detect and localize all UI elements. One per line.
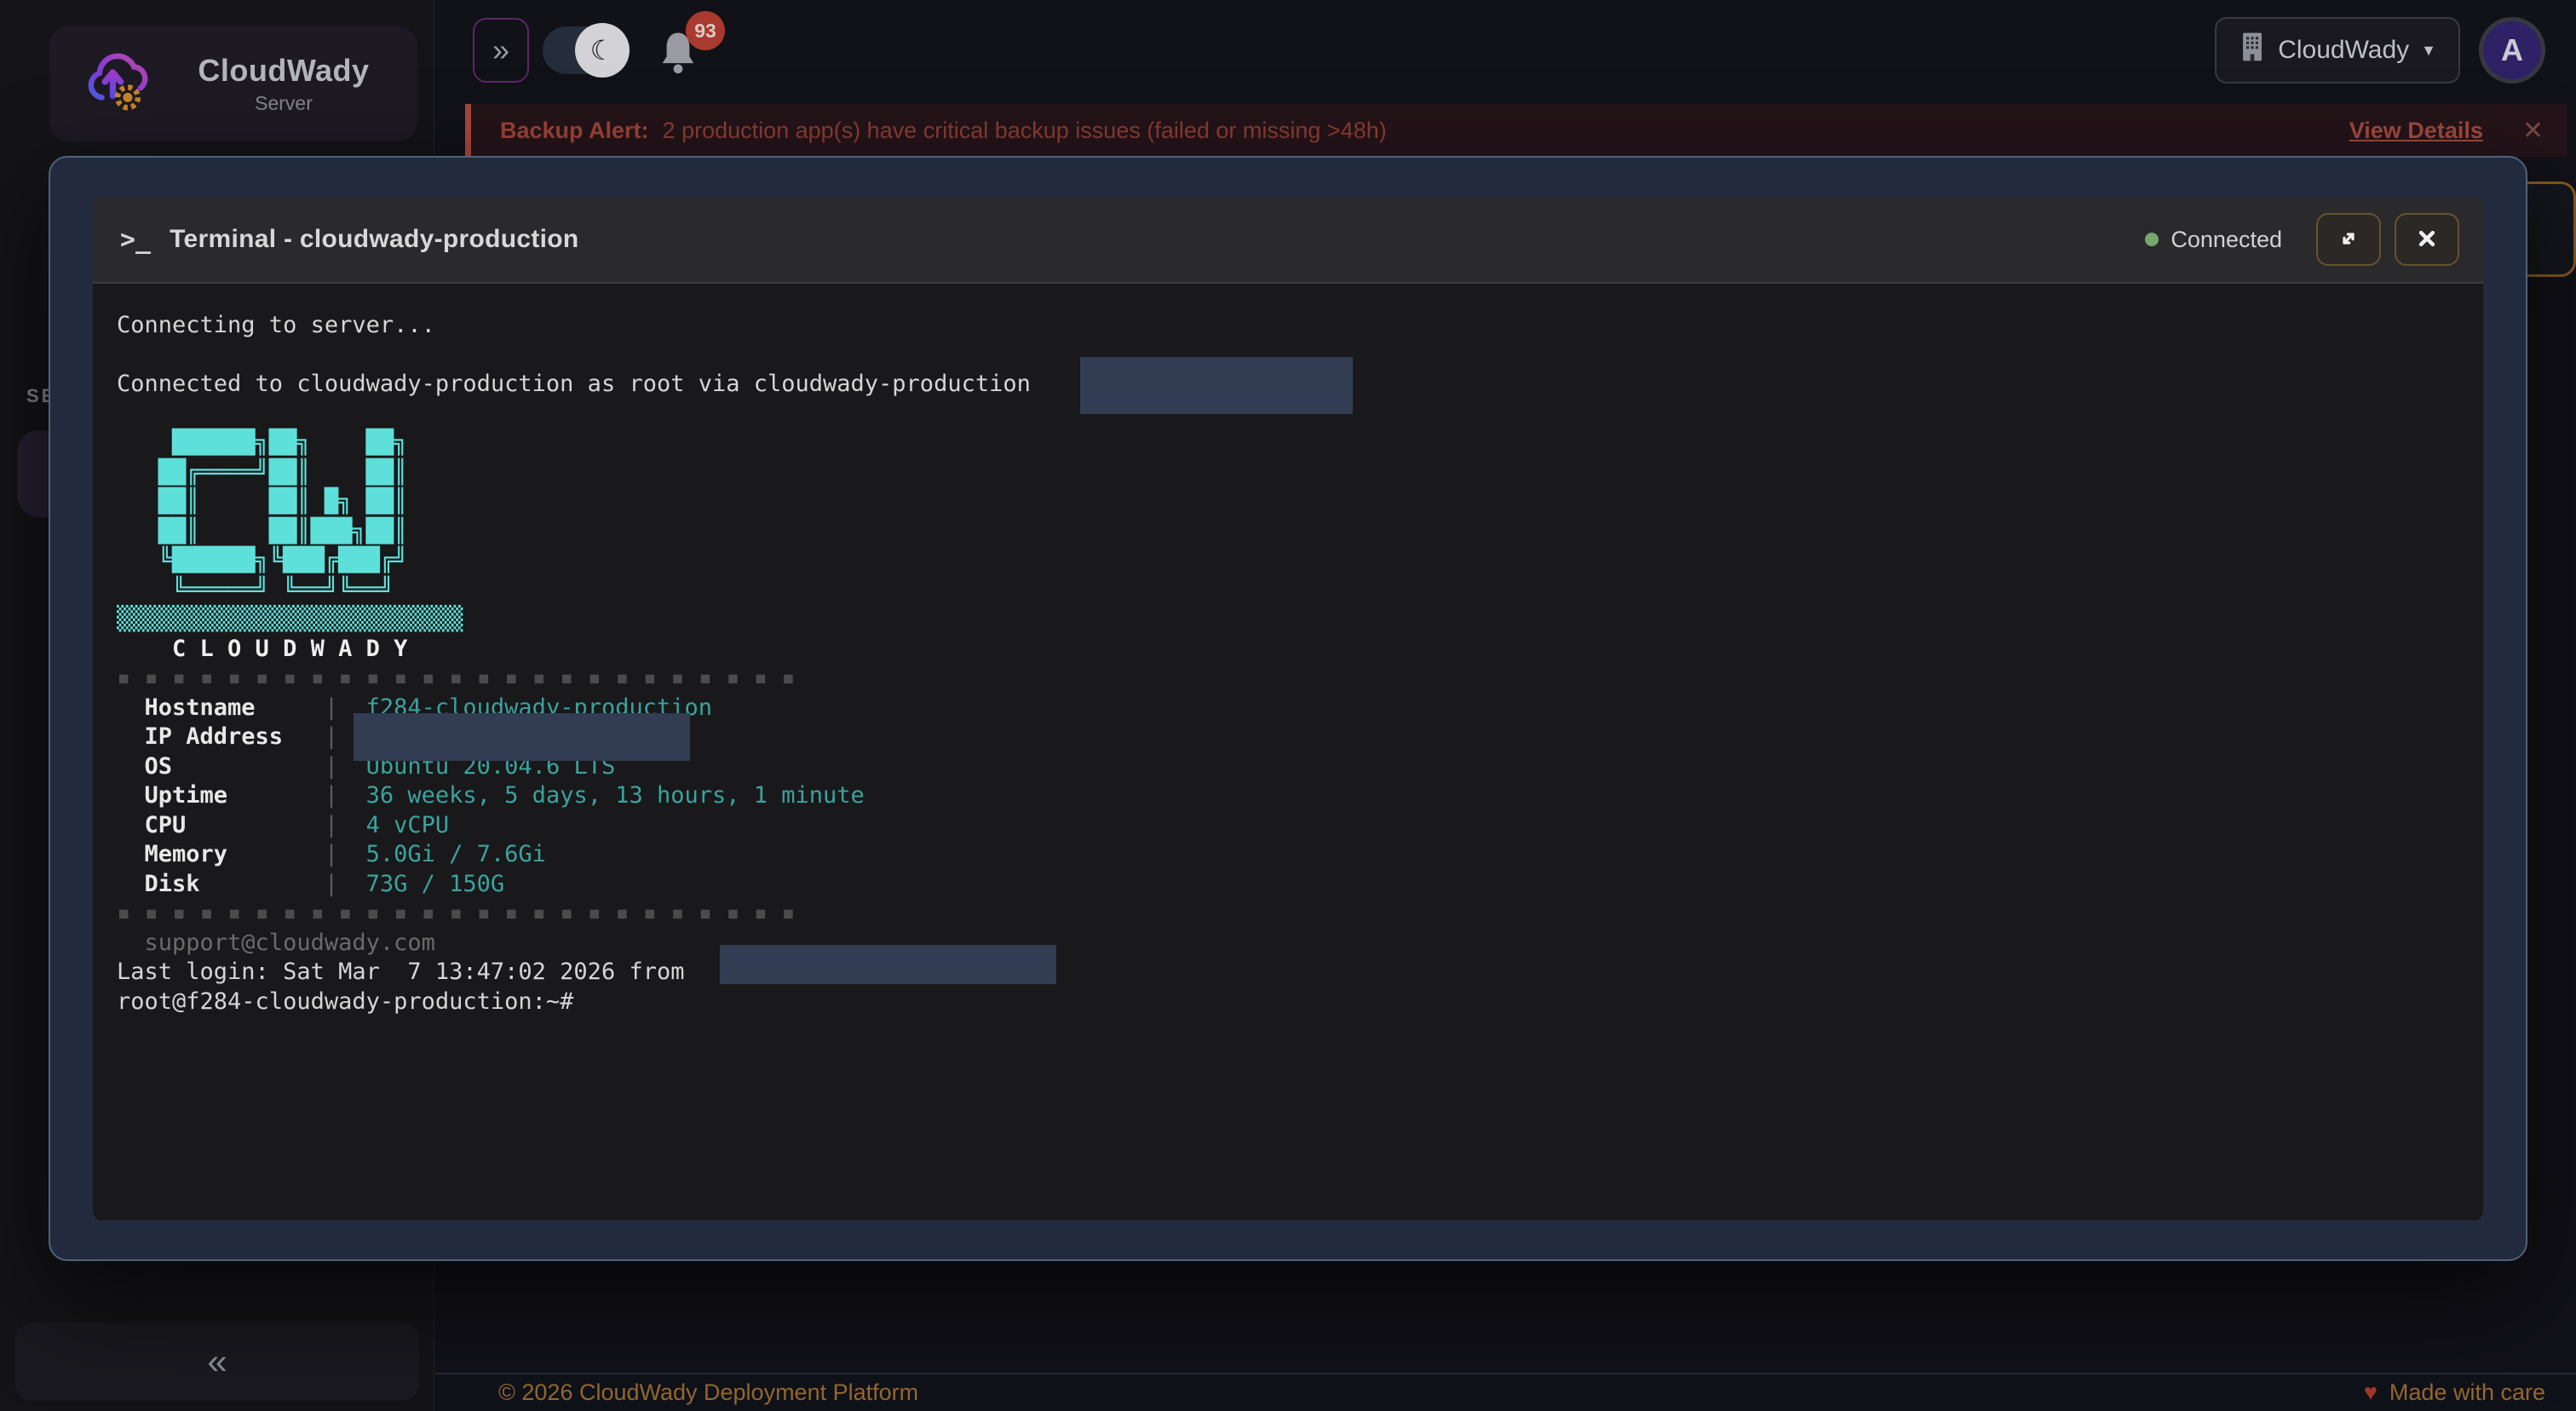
info-separator: | (325, 753, 338, 780)
backup-alert-banner: Backup Alert: 2 production app(s) have c… (465, 104, 2567, 157)
sidebar-collapse-button[interactable]: « (190, 1344, 244, 1379)
terminal-output[interactable]: Connecting to server... Connected to clo… (93, 284, 2483, 1220)
made-with-text: Made with care (2389, 1379, 2545, 1406)
footer: © 2026 CloudWady Deployment Platform ♥ M… (435, 1373, 2576, 1411)
info-separator: | (325, 812, 338, 838)
terminal-header-actions: Connected (2145, 213, 2459, 266)
info-label: Disk (117, 871, 325, 897)
chevron-down-icon: ▼ (2421, 42, 2436, 60)
info-separator: | (325, 694, 338, 721)
ascii-halftone-strip: ▒▒▒▒▒▒▒▒▒▒▒▒▒▒▒▒▒▒▒▒▒▒▒▒▒ (117, 605, 2483, 635)
moon-icon: ☾ (575, 23, 630, 78)
system-info-row: CPU | 4 vCPU (117, 811, 2483, 841)
info-value: 5.0Gi / 7.6Gi (338, 841, 546, 867)
app-root: CloudWady Server SE « » ☾ 93 (0, 0, 2576, 1411)
close-terminal-button[interactable] (2395, 213, 2459, 266)
brand-logo-card[interactable]: CloudWady Server (49, 26, 417, 141)
alert-label: Backup Alert: (500, 118, 649, 144)
support-email-line: support@cloudwady.com (117, 929, 2483, 959)
copyright-text: © 2026 CloudWady Deployment Platform (498, 1379, 918, 1406)
terminal-prompt-icon: >_ (120, 225, 151, 255)
redaction-block (354, 713, 690, 761)
brand-subtitle: Server (255, 92, 313, 115)
heart-icon: ♥ (2364, 1379, 2378, 1406)
dotted-separator: ▪ ▪ ▪ ▪ ▪ ▪ ▪ ▪ ▪ ▪ ▪ ▪ ▪ ▪ ▪ ▪ ▪ ▪ ▪ ▪ … (117, 899, 2483, 929)
info-separator: | (325, 723, 338, 750)
shell-prompt-line: root@f284-cloudwady-production:~# (117, 988, 2483, 1017)
topbar: » ☾ 93 (435, 0, 2576, 101)
brand-title: CloudWady (198, 53, 369, 89)
info-value: 36 weeks, 5 days, 13 hours, 1 minute (338, 782, 865, 809)
expand-terminal-button[interactable] (2316, 213, 2381, 266)
org-switcher-button[interactable]: CloudWady ▼ (2215, 17, 2460, 84)
info-label: OS (117, 753, 325, 780)
info-separator: | (325, 871, 338, 897)
info-label: Uptime (117, 782, 325, 809)
notifications-bell[interactable]: 93 (655, 18, 703, 83)
system-info-row: Uptime | 36 weeks, 5 days, 13 hours, 1 m… (117, 781, 2483, 811)
terminal-line: Connecting to server... (117, 311, 2483, 341)
terminal-header: >_ Terminal - cloudwady-production Conne… (93, 197, 2483, 284)
cloudwady-ascii-logo: ██████╗██╗ ██╗ ██╔════╝██║ ██║ ██║ ██║ █… (117, 429, 2483, 605)
last-login-line: Last login: Sat Mar 7 13:47:02 2026 from (117, 958, 2483, 988)
dark-mode-toggle[interactable]: ☾ (543, 26, 626, 74)
building-icon (2239, 32, 2266, 69)
info-label: CPU (117, 812, 325, 838)
terminal-window: >_ Terminal - cloudwady-production Conne… (93, 197, 2483, 1220)
sidebar-expand-button[interactable]: » (473, 18, 529, 83)
alert-message: 2 production app(s) have critical backup… (663, 118, 1387, 144)
expand-icon (2336, 226, 2361, 254)
info-label: Memory (117, 841, 325, 867)
alert-close-icon[interactable]: ✕ (2522, 116, 2544, 146)
dotted-separator: ▪ ▪ ▪ ▪ ▪ ▪ ▪ ▪ ▪ ▪ ▪ ▪ ▪ ▪ ▪ ▪ ▪ ▪ ▪ ▪ … (117, 664, 2483, 694)
status-dot-icon (2145, 233, 2159, 246)
close-icon (2414, 226, 2440, 254)
info-value: 73G / 150G (338, 871, 504, 897)
terminal-title: Terminal - cloudwady-production (170, 225, 578, 254)
brand-text: CloudWady Server (179, 53, 388, 115)
redaction-block (720, 945, 1056, 984)
system-info-row: Memory | 5.0Gi / 7.6Gi (117, 840, 2483, 870)
status-text: Connected (2171, 227, 2282, 253)
view-details-link[interactable]: View Details (2349, 118, 2483, 144)
info-label: IP Address (117, 723, 325, 750)
info-value: 4 vCPU (338, 812, 449, 838)
connection-status: Connected (2145, 227, 2282, 253)
user-avatar[interactable]: A (2479, 17, 2545, 84)
info-label: Hostname (117, 694, 325, 721)
info-separator: | (325, 782, 338, 809)
redaction-block (1080, 357, 1353, 414)
sidebar-bottom-bar: « (15, 1322, 419, 1401)
system-info-row: Disk | 73G / 150G (117, 870, 2483, 900)
terminal-modal: >_ Terminal - cloudwady-production Conne… (49, 156, 2527, 1261)
info-separator: | (325, 841, 338, 867)
cloudwady-logo-icon (78, 45, 157, 123)
ascii-wordmark: C L O U D W A D Y (117, 635, 2483, 665)
notification-count-badge: 93 (686, 11, 725, 50)
org-name-label: CloudWady (2278, 36, 2409, 65)
